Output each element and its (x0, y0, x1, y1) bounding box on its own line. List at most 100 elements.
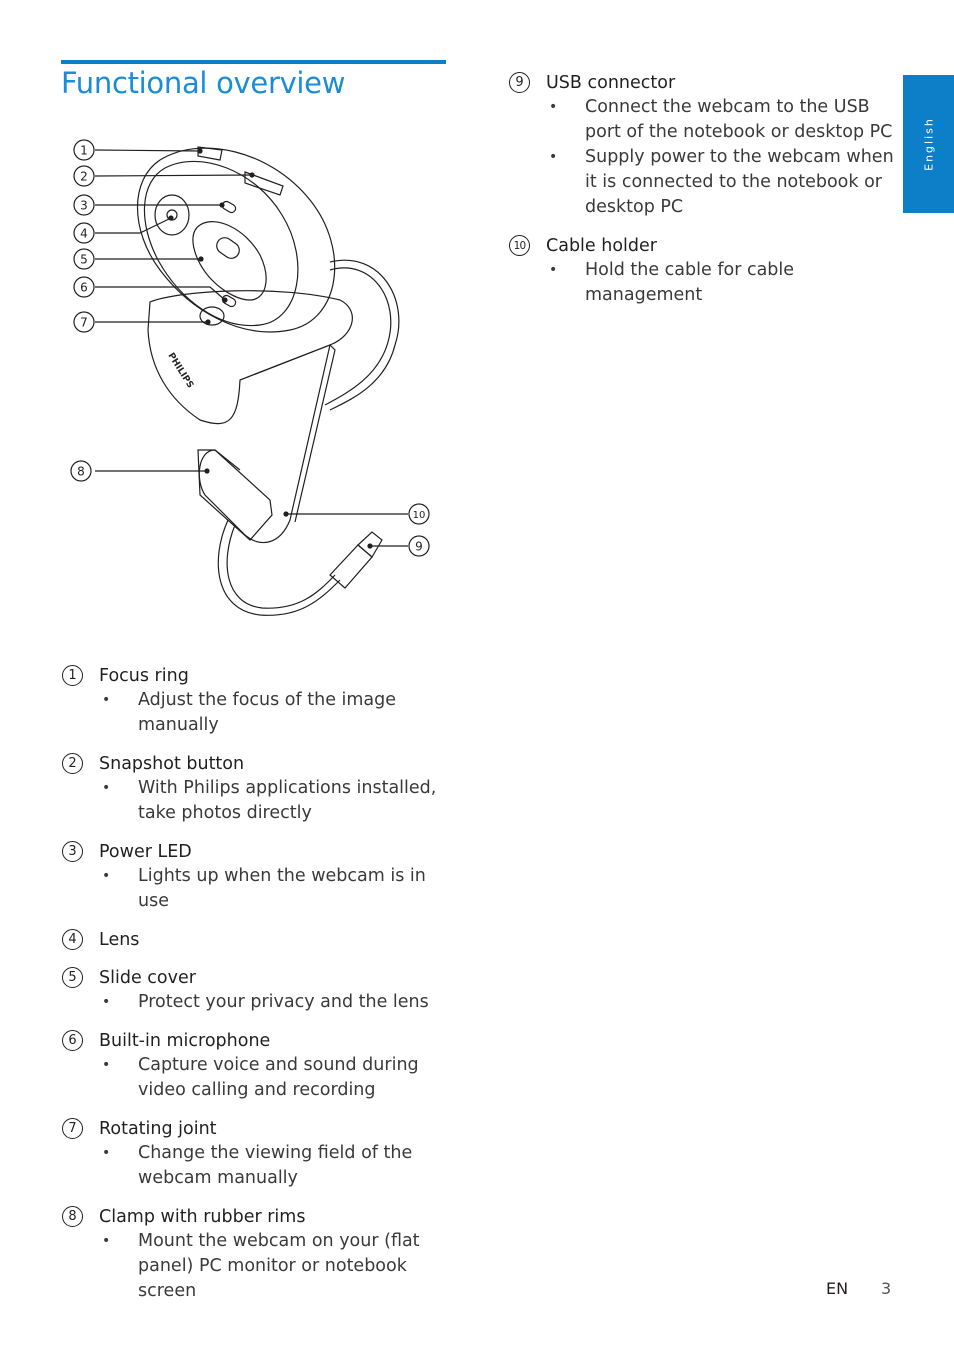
feature-heading: 10 Cable holder (508, 233, 908, 258)
cable-lower-inner (226, 524, 336, 609)
callout-7: 7 (73, 311, 95, 333)
title-rule (61, 60, 446, 64)
bullet-line: management (585, 285, 703, 305)
feature-item: 9 USB connector Connect the webcam to the … (508, 70, 908, 220)
feature-bullet: Mount the webcam on your (flat panel) PC … (61, 1229, 461, 1304)
svg-text:6: 6 (80, 281, 88, 295)
bullet-line: Mount the webcam on your (flat (138, 1231, 420, 1251)
feature-heading: 8 Clamp with rubber rims (61, 1204, 461, 1229)
bullet-line: webcam manually (138, 1168, 298, 1188)
bullet-line: Connect the webcam to the USB (585, 97, 870, 117)
svg-text:3: 3 (80, 199, 88, 213)
item-number-badge: 2 (62, 753, 83, 774)
svg-text:5: 5 (80, 253, 88, 267)
feature-title: Power LED (99, 841, 192, 862)
feature-title: Clamp with rubber rims (99, 1206, 306, 1227)
callout-9: 9 (408, 535, 430, 557)
feature-bullet: Change the viewing field of the webcam ma… (61, 1141, 461, 1191)
feature-title: Built-in microphone (99, 1030, 271, 1051)
feature-item: 4 Lens (61, 927, 461, 952)
clamp-rubber (197, 449, 273, 541)
feature-bullet: Adjust the focus of the image manually (61, 688, 461, 738)
item-spacer (61, 1191, 461, 1204)
feature-heading: 9 USB connector (508, 70, 908, 95)
callout-badges: 1 2 3 4 5 6 7 8 10 9 (70, 139, 430, 557)
callout-3: 3 (73, 194, 95, 216)
item-spacer (508, 220, 908, 233)
bullet-line: Capture voice and sound during (138, 1055, 419, 1075)
bullet-line: it is connected to the notebook or (585, 172, 882, 192)
webcam-diagram: PHILIPS 1 2 3 4 5 6 7 8 10 9 (70, 139, 430, 616)
feature-title: Rotating joint (99, 1118, 217, 1139)
feature-heading: 5 Slide cover (61, 965, 461, 990)
item-spacer (61, 738, 461, 751)
bullet-line: take photos directly (138, 803, 312, 823)
item-number-badge: 9 (509, 72, 530, 93)
feature-bullet: Supply power to the webcam when it is con… (508, 145, 908, 220)
page-number: 3 (881, 1279, 892, 1298)
cable-lower (217, 519, 341, 616)
feature-heading: 1 Focus ring (61, 663, 461, 688)
footer-language: EN (826, 1279, 849, 1298)
feature-title: Lens (99, 929, 140, 950)
bullet-line: desktop PC (585, 197, 684, 217)
feature-bullet: Lights up when the webcam is in use (61, 864, 461, 914)
lens-outer (154, 194, 190, 236)
brand-text: PHILIPS (165, 351, 194, 390)
callout-6: 6 (73, 276, 95, 298)
cable (329, 259, 400, 411)
feature-item: 10 Cable holder Hold the cable for cable ma… (508, 233, 908, 308)
svg-text:4: 4 (80, 227, 88, 241)
item-number-badge: 7 (62, 1118, 83, 1139)
feature-title: Slide cover (99, 967, 196, 988)
slide-cover (192, 221, 267, 301)
bullet-line: Protect your privacy and the lens (138, 992, 429, 1012)
focus-ring-top (197, 146, 223, 161)
svg-text:7: 7 (80, 316, 88, 330)
feature-title: Focus ring (99, 665, 189, 686)
feature-heading: 2 Snapshot button (61, 751, 461, 776)
bullet-line: Change the viewing field of the (138, 1143, 413, 1163)
item-spacer (61, 914, 461, 927)
feature-bullet: With Philips applications installed, take… (61, 776, 461, 826)
feature-title: Snapshot button (99, 753, 245, 774)
feature-item: 3 Power LED Lights up when the webcam is i… (61, 839, 461, 914)
item-number-badge: 1 (62, 665, 83, 686)
bullet-line: Hold the cable for cable (585, 260, 795, 280)
svg-text:1: 1 (80, 144, 88, 158)
bullet-line: manually (138, 715, 219, 735)
callout-1: 1 (73, 139, 95, 161)
feature-item: 1 Focus ringAdjust the focus of the image… (61, 663, 461, 738)
feature-bullet: Protect your privacy and the lens (61, 990, 461, 1015)
item-number-badge: 8 (62, 1206, 83, 1227)
callout-4: 4 (73, 222, 95, 244)
callout-10: 10 (408, 503, 430, 525)
feature-item: 5 Slide cover Protect your privacy and the… (61, 965, 461, 1015)
feature-title: USB connector (546, 72, 676, 93)
svg-text:9: 9 (415, 540, 423, 554)
camera-face (143, 160, 299, 327)
right-item-list: 9 USB connector Connect the webcam to the … (508, 70, 908, 308)
callout-2: 2 (73, 165, 95, 187)
svg-text:8: 8 (77, 465, 85, 479)
bullet-line: video calling and recording (138, 1080, 376, 1100)
callout-5: 5 (73, 248, 95, 270)
svg-text:2: 2 (80, 170, 88, 184)
item-spacer (61, 826, 461, 839)
feature-item: 6Built-in microphoneCapture voice and so… (61, 1028, 461, 1103)
slide-cover-window (216, 237, 240, 259)
left-item-list: 1 Focus ringAdjust the focus of the image… (61, 663, 461, 1304)
language-tab: English (903, 75, 954, 213)
item-number-badge: 5 (62, 967, 83, 988)
feature-bullet: Hold the cable for cable management (508, 258, 908, 308)
clamp-edge (294, 344, 336, 523)
clamp-front (198, 344, 331, 544)
bullet-line: With Philips applications installed, (138, 778, 437, 798)
item-number-badge: 3 (62, 841, 83, 862)
feature-heading: 6 Built-in microphone (61, 1028, 461, 1053)
cable-inner (324, 267, 392, 406)
feature-bullet: Capture voice and sound during video call… (61, 1053, 461, 1103)
feature-title: Cable holder (546, 235, 657, 256)
feature-item: 7Rotating jointChange the viewing field … (61, 1116, 461, 1191)
svg-text:10: 10 (413, 510, 426, 521)
